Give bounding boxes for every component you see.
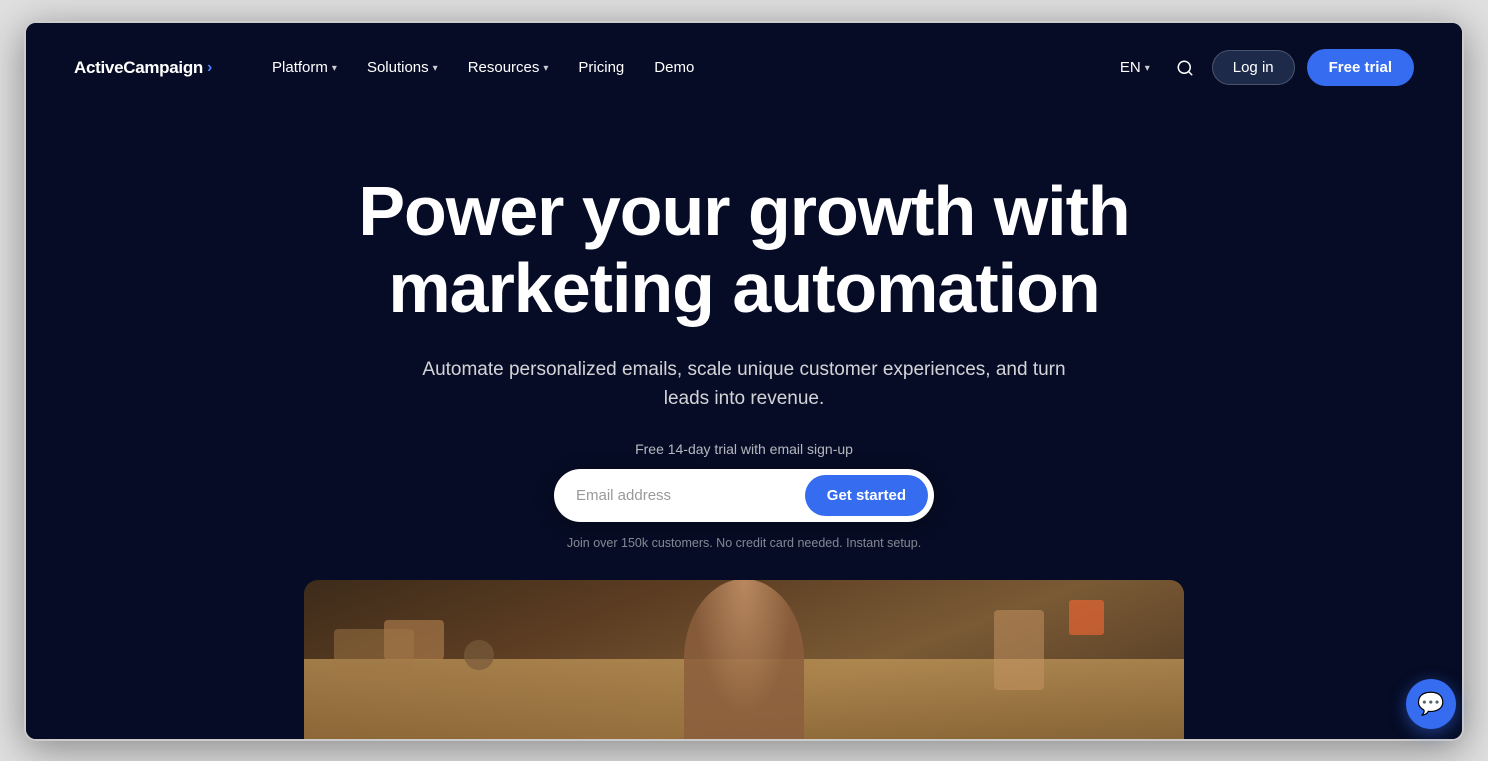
chat-button[interactable]: 💬	[1406, 679, 1456, 729]
email-input[interactable]	[576, 487, 805, 504]
hero-section: Power your growth with marketing automat…	[26, 113, 1462, 739]
nav-solutions[interactable]: Solutions ▾	[355, 51, 450, 84]
hero-img-item	[994, 610, 1044, 690]
search-icon	[1176, 59, 1194, 77]
get-started-button[interactable]: Get started	[805, 475, 928, 516]
chevron-down-icon: ▾	[332, 63, 337, 74]
language-selector[interactable]: EN ▾	[1112, 53, 1158, 82]
hero-img-person	[684, 580, 804, 738]
login-button[interactable]: Log in	[1212, 50, 1295, 85]
chevron-down-icon: ▾	[433, 63, 438, 74]
logo[interactable]: ActiveCampaign ›	[74, 58, 212, 78]
chat-icon: 💬	[1417, 691, 1444, 717]
trial-label: Free 14-day trial with email sign-up	[635, 441, 853, 457]
nav-resources[interactable]: Resources ▾	[456, 51, 561, 84]
social-proof-text: Join over 150k customers. No credit card…	[567, 536, 921, 550]
nav-demo[interactable]: Demo	[642, 51, 706, 84]
hero-img-item	[334, 629, 414, 679]
logo-arrow: ›	[207, 59, 212, 77]
browser-frame: ActiveCampaign › Platform ▾ Solutions ▾ …	[24, 21, 1464, 741]
hero-image	[304, 580, 1184, 738]
chevron-down-icon: ▾	[543, 63, 548, 74]
hero-img-background	[304, 580, 1184, 738]
nav-pricing[interactable]: Pricing	[566, 51, 636, 84]
nav-right: EN ▾ Log in Free trial	[1112, 49, 1414, 86]
email-form: Get started	[554, 469, 934, 522]
nav-links: Platform ▾ Solutions ▾ Resources ▾ Prici…	[260, 51, 1112, 84]
navbar: ActiveCampaign › Platform ▾ Solutions ▾ …	[26, 23, 1462, 113]
logo-text: ActiveCampaign	[74, 58, 203, 78]
search-button[interactable]	[1170, 53, 1200, 83]
hero-title: Power your growth with marketing automat…	[314, 173, 1174, 327]
nav-platform[interactable]: Platform ▾	[260, 51, 349, 84]
hero-img-item	[1069, 600, 1104, 635]
hero-subtitle: Automate personalized emails, scale uniq…	[404, 355, 1084, 414]
chevron-down-icon: ▾	[1145, 63, 1150, 74]
free-trial-button[interactable]: Free trial	[1307, 49, 1414, 86]
